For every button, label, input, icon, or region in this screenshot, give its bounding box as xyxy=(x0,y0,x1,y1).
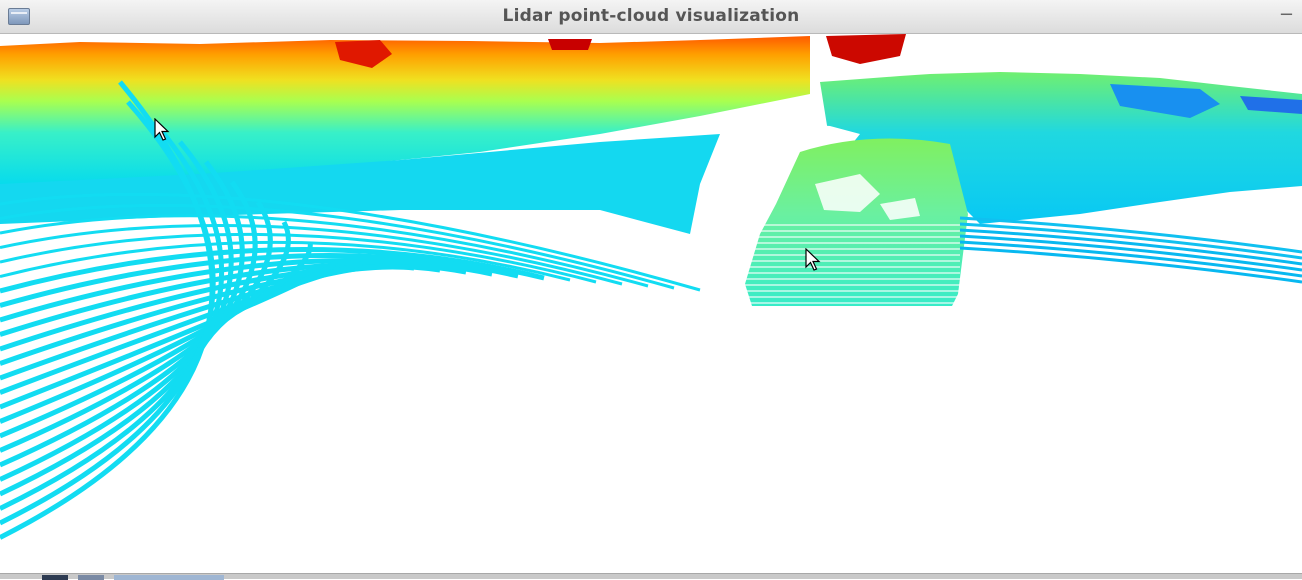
taskbar-app-icon[interactable] xyxy=(42,575,68,580)
window-title: Lidar point-cloud visualization xyxy=(502,6,800,26)
mouse-cursor-car xyxy=(805,248,821,271)
ground-ring-right xyxy=(959,234,1302,272)
taskbar xyxy=(0,573,1302,580)
ground-ring-right xyxy=(959,228,1302,266)
point-cloud-viewport[interactable] xyxy=(0,34,1302,573)
high-elevation-points-3 xyxy=(826,34,906,64)
vehicle-scanlines xyxy=(745,224,960,308)
ground-ring-right xyxy=(959,222,1302,260)
high-elevation-points-2 xyxy=(548,39,592,50)
mouse-cursor-left xyxy=(154,118,170,141)
ground-ring-right xyxy=(959,216,1302,254)
taskbar-app-icon[interactable] xyxy=(78,575,104,580)
window-titlebar[interactable]: Lidar point-cloud visualization − xyxy=(0,0,1302,34)
ground-ring-right xyxy=(959,240,1302,278)
taskbar-window-button[interactable] xyxy=(114,575,224,580)
point-cloud-canvas[interactable] xyxy=(0,34,1302,573)
minimize-button[interactable]: − xyxy=(1279,4,1294,25)
ground-ring-right xyxy=(959,246,1302,284)
